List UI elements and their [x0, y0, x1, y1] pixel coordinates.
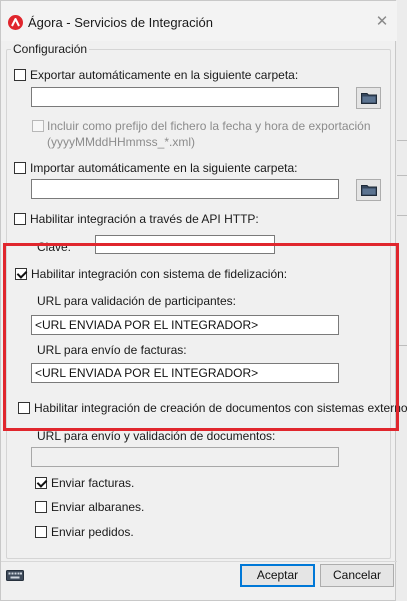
keyboard-icon: [6, 570, 24, 581]
cancel-button[interactable]: Cancelar: [320, 564, 394, 587]
background-divider: [397, 140, 407, 141]
send-invoices-checkbox[interactable]: [35, 477, 47, 489]
export-prefix-format: (yyyyMMddHHmmss_*.xml): [47, 135, 195, 149]
export-checkbox[interactable]: [14, 69, 26, 81]
agora-logo-icon: [8, 15, 23, 30]
keyboard-button[interactable]: [4, 565, 26, 585]
send-invoices-label: Enviar facturas.: [51, 476, 135, 490]
configuration-legend: Configuración: [11, 42, 90, 56]
api-http-label: Habilitar integración a través de API HT…: [30, 212, 259, 226]
folder-icon: [360, 185, 377, 196]
import-checkbox[interactable]: [14, 162, 26, 174]
export-prefix-checkbox[interactable]: [32, 120, 44, 132]
export-prefix-label: Incluir como prefijo del fichero la fech…: [47, 119, 371, 133]
send-delivery-notes-checkbox[interactable]: [35, 501, 47, 513]
export-folder-button[interactable]: [356, 87, 381, 109]
window-title: Ágora - Servicios de Integración: [28, 15, 213, 30]
documents-url-label: URL para envío y validación de documento…: [37, 429, 276, 443]
accept-button[interactable]: Aceptar: [240, 564, 315, 587]
api-http-checkbox[interactable]: [14, 213, 26, 225]
footer-divider: [1, 561, 397, 562]
export-label: Exportar automáticamente en la siguiente…: [30, 68, 299, 82]
documents-url-input[interactable]: [31, 447, 339, 467]
import-label: Importar automáticamente en la siguiente…: [30, 161, 298, 175]
send-delivery-notes-label: Enviar albaranes.: [51, 500, 145, 514]
highlight-annotation: [3, 243, 399, 431]
export-path-input[interactable]: [31, 87, 339, 107]
import-path-input[interactable]: [31, 179, 339, 199]
background-divider: [397, 215, 407, 216]
folder-icon: [360, 93, 377, 104]
import-folder-button[interactable]: [356, 179, 381, 201]
close-icon[interactable]: ✕: [373, 13, 391, 31]
background-divider: [397, 175, 407, 176]
send-orders-label: Enviar pedidos.: [51, 525, 134, 539]
send-orders-checkbox[interactable]: [35, 526, 47, 538]
